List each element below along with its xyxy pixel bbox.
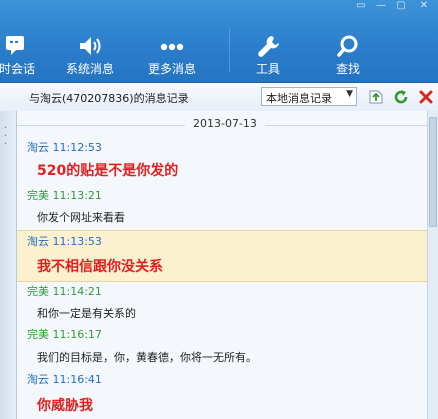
main-toolbar: ▭ — ▢ ✕ 时会话 系统消息 更多消息 工具 查找 xyxy=(0,0,438,83)
minimize-button[interactable]: — xyxy=(372,0,390,14)
refresh-icon xyxy=(394,90,408,104)
search-icon xyxy=(326,34,370,60)
toolbar-label: 系统消息 xyxy=(65,62,114,76)
sender-name: 完美 xyxy=(27,189,49,202)
message-text: 520的贴是不是你发的 xyxy=(37,163,179,179)
sender-name: 淘云 xyxy=(27,235,49,248)
message-header: 淘云 11:12:53 xyxy=(27,139,102,155)
chat-icon xyxy=(0,34,42,60)
refresh-button[interactable] xyxy=(393,89,409,105)
message-history-pane: 2013-07-13 淘云 11:12:53 520的贴是不是你发的 完美 11… xyxy=(17,111,427,419)
message-header: 淘云 11:13:53 xyxy=(27,233,102,249)
toolbar-divider xyxy=(229,28,230,72)
toolbar-recent-chat[interactable]: 时会话 xyxy=(0,0,42,82)
message-time: 11:13:21 xyxy=(52,189,102,202)
toolbar-search[interactable]: 查找 xyxy=(326,0,370,82)
delete-icon xyxy=(419,90,433,104)
message-time: 11:12:53 xyxy=(52,141,102,154)
toolbar-label: 时会话 xyxy=(0,62,35,76)
speaker-icon xyxy=(62,34,118,60)
history-source-select[interactable]: 本地消息记录 ▼ xyxy=(261,87,357,106)
message-header: 完美 11:16:17 xyxy=(27,326,102,342)
export-button[interactable] xyxy=(368,89,384,105)
toolbar-label: 查找 xyxy=(335,62,360,76)
message-time: 11:16:41 xyxy=(52,373,102,386)
delete-button[interactable] xyxy=(418,89,434,105)
message-text: 我们的目标是，你，黄春德，你将一无所有。 xyxy=(37,351,257,364)
toolbar-label: 工具 xyxy=(255,62,280,76)
sender-name: 完美 xyxy=(27,285,49,298)
message-text: 和你一定是有关系的 xyxy=(37,307,136,320)
history-title: 与淘云(470207836)的消息记录 xyxy=(29,92,189,105)
history-header: 与淘云(470207836)的消息记录 本地消息记录 ▼ xyxy=(0,83,438,112)
message-header: 完美 11:13:21 xyxy=(27,187,102,203)
chevron-down-icon: ▼ xyxy=(346,89,353,99)
more-dots-icon xyxy=(142,34,202,60)
grip-icon: · · · xyxy=(4,123,8,150)
toolbar-tools[interactable]: 工具 xyxy=(246,0,290,82)
history-source-value: 本地消息记录 xyxy=(266,92,332,105)
vertical-scrollbar[interactable] xyxy=(427,111,438,419)
message-time: 11:14:21 xyxy=(52,285,102,298)
close-button[interactable]: ✕ xyxy=(414,0,434,14)
message-time: 11:13:53 xyxy=(52,235,102,248)
sender-name: 淘云 xyxy=(27,373,49,386)
sender-name: 淘云 xyxy=(27,141,49,154)
scrollbar-thumb[interactable] xyxy=(429,117,437,227)
maximize-button[interactable]: ▢ xyxy=(392,0,410,14)
toolbar-system-messages[interactable]: 系统消息 xyxy=(62,0,118,82)
toolbar-more-messages[interactable]: 更多消息 xyxy=(142,0,202,82)
export-icon xyxy=(369,90,383,104)
sender-name: 完美 xyxy=(27,328,49,341)
date-label: 2013-07-13 xyxy=(185,117,265,130)
wrench-icon xyxy=(246,34,290,60)
toolbar-label: 更多消息 xyxy=(147,62,196,76)
message-text: 我不相信跟你没关系 xyxy=(37,259,163,275)
message-header: 淘云 11:16:41 xyxy=(27,371,102,387)
collapse-strip[interactable]: · · · xyxy=(0,111,17,419)
message-text: 你威胁我 xyxy=(37,398,93,414)
message-header: 完美 11:14:21 xyxy=(27,283,102,299)
message-text: 你发个网址来看看 xyxy=(37,211,125,224)
message-time: 11:16:17 xyxy=(52,328,102,341)
